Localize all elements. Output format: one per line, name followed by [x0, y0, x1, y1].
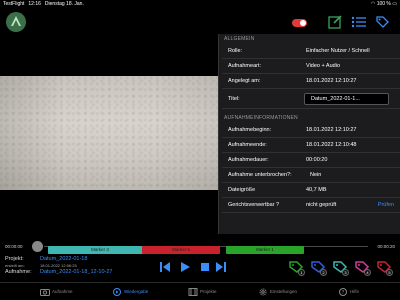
- film-icon: [188, 288, 198, 296]
- recording-label: Aufnahme:: [5, 269, 32, 275]
- camera-icon: [40, 289, 50, 296]
- detail-key: Aufnahmedauer:: [228, 157, 269, 163]
- detail-value: 40,7 MB: [306, 187, 327, 193]
- tab-label: Hilfe: [350, 289, 360, 294]
- detail-value: Nein: [310, 172, 322, 178]
- detail-key: Dateigröße: [228, 187, 256, 193]
- detail-key: Aufnahme unterbrochen?:: [228, 172, 292, 178]
- marker-5[interactable]: Marker 5: [142, 246, 220, 254]
- detail-key: Aufnahmeart:: [228, 63, 262, 69]
- detail-key: Titel:: [228, 96, 240, 102]
- back-to-app-label[interactable]: TestFlight: [3, 1, 24, 7]
- video-player[interactable]: [0, 34, 218, 234]
- check-button[interactable]: Prüfen: [378, 198, 394, 213]
- detail-key: Rolle:: [228, 48, 243, 54]
- created-label: erstellt am:: [5, 263, 25, 268]
- play-icon[interactable]: [178, 260, 192, 274]
- battery-label: 100 %: [376, 1, 391, 7]
- date-label: Dienstag 18. Jan.: [44, 1, 84, 7]
- detail-value: nicht geprüft: [306, 202, 337, 208]
- help-icon: ?: [339, 288, 347, 296]
- tag-button-1[interactable]: 1: [288, 259, 305, 276]
- tag-button-4[interactable]: 4: [354, 259, 371, 276]
- status-bar: TestFlight 12:16 Dienstag 18. Jan. ◠ 100 %…: [0, 0, 400, 8]
- detail-key: Aufnahmebeginn:: [228, 127, 272, 133]
- detail-row-interrupted: Aufnahme unterbrochen?: Nein: [222, 168, 400, 183]
- tag-button-2[interactable]: 2: [310, 259, 327, 276]
- skip-back-icon[interactable]: [158, 260, 172, 274]
- detail-key: Angelegt am:: [228, 78, 261, 84]
- marker-1[interactable]: Marker 1: [226, 246, 304, 254]
- timeline-start-time: 00:00:00: [5, 244, 23, 249]
- timeline-end-time: 00:00:20: [377, 244, 395, 249]
- playback-controls: [158, 260, 226, 274]
- recording-value[interactable]: Datum_2022-01-18_12-10-27: [40, 269, 112, 275]
- svg-text:?: ?: [342, 290, 345, 296]
- tag-number: 5: [386, 269, 393, 276]
- detail-row-admissible: Gerichtsverwertbar ? nicht geprüft Prüfe…: [222, 198, 400, 213]
- list-icon[interactable]: [351, 15, 367, 29]
- tags-icon[interactable]: [374, 15, 390, 29]
- tab-label: Aufnahme: [52, 289, 73, 294]
- tag-button-3[interactable]: 3: [332, 259, 349, 276]
- stop-icon[interactable]: [198, 260, 212, 274]
- edit-lock-toggle[interactable]: [291, 19, 307, 27]
- detail-row-role: Rolle: Einfacher Nutzer / Schnell: [222, 44, 400, 59]
- clock: 12:16: [28, 1, 41, 7]
- detail-value: Video + Audio: [306, 63, 340, 69]
- detail-value: 18.01.2022 12:10:27: [306, 78, 357, 84]
- detail-row-created: Angelegt am: 18.01.2022 12:10:27: [222, 74, 400, 89]
- section-general-header: ALLGEMEIN: [224, 36, 255, 42]
- detail-row-filesize: Dateigröße 40,7 MB: [222, 183, 400, 198]
- app-logo-icon: [6, 12, 26, 32]
- battery-icon: ▭: [392, 1, 397, 7]
- detail-key: Gerichtsverwertbar ?: [228, 202, 280, 208]
- wifi-icon: ◠: [370, 1, 376, 7]
- tab-label: Einstellungen: [270, 289, 298, 294]
- marker-3[interactable]: Marker 3: [48, 246, 152, 254]
- video-frame-shade: [0, 76, 218, 190]
- timeline-scrubber-handle[interactable]: [32, 241, 43, 252]
- tab-bar: Aufnahme Wiedergabe Projekte Einstellung…: [0, 282, 400, 300]
- detail-key: Aufnahmeende:: [228, 142, 267, 148]
- tag-number: 3: [342, 269, 349, 276]
- skip-forward-icon[interactable]: [214, 260, 228, 274]
- tab-label: Projekte: [200, 289, 217, 294]
- tab-label: Wiedergabe: [124, 289, 149, 294]
- status-left: TestFlight 12:16 Dienstag 18. Jan.: [3, 0, 84, 8]
- project-value[interactable]: Datum_2022-01-18: [40, 256, 87, 262]
- tag-button-5[interactable]: 5: [376, 259, 393, 276]
- recording-details-panel: ALLGEMEIN Rolle: Einfacher Nutzer / Schn…: [218, 34, 400, 234]
- tag-number: 1: [298, 269, 305, 276]
- section-info-header: AUFNAHMEINFORMATIONEN: [224, 115, 298, 121]
- detail-value: 18.01.2022 12:10:27: [306, 127, 357, 133]
- project-label: Projekt:: [5, 256, 24, 262]
- detail-row-duration: Aufnahmedauer: 00:00:20: [222, 153, 400, 168]
- play-circle-icon: [113, 288, 121, 296]
- detail-row-end: Aufnahmeende: 18.01.2022 12:10:48: [222, 138, 400, 153]
- gear-icon: [259, 288, 267, 296]
- detail-value: 00:00:20: [306, 157, 328, 163]
- status-right: ◠ 100 % ▭: [371, 0, 397, 8]
- tag-number: 4: [364, 269, 371, 276]
- tag-buttons: 1 2 3 4 5: [288, 259, 400, 276]
- edit-icon[interactable]: [327, 15, 343, 29]
- detail-row-type: Aufnahmeart: Video + Audio: [222, 59, 400, 74]
- title-input[interactable]: Datum_2022-01-1...: [304, 93, 389, 105]
- detail-row-start: Aufnahmebeginn: 18.01.2022 12:10:27: [222, 123, 400, 138]
- created-value: 18.01.2022 12:06:25: [40, 263, 77, 268]
- detail-value: Einfacher Nutzer / Schnell: [306, 48, 370, 54]
- detail-row-title: Titel: Datum_2022-01-1...: [222, 89, 400, 109]
- detail-value: 18.01.2022 12:10:48: [306, 142, 357, 148]
- header: Bearbeitung gesperrt: [0, 8, 400, 38]
- tag-number: 2: [320, 269, 327, 276]
